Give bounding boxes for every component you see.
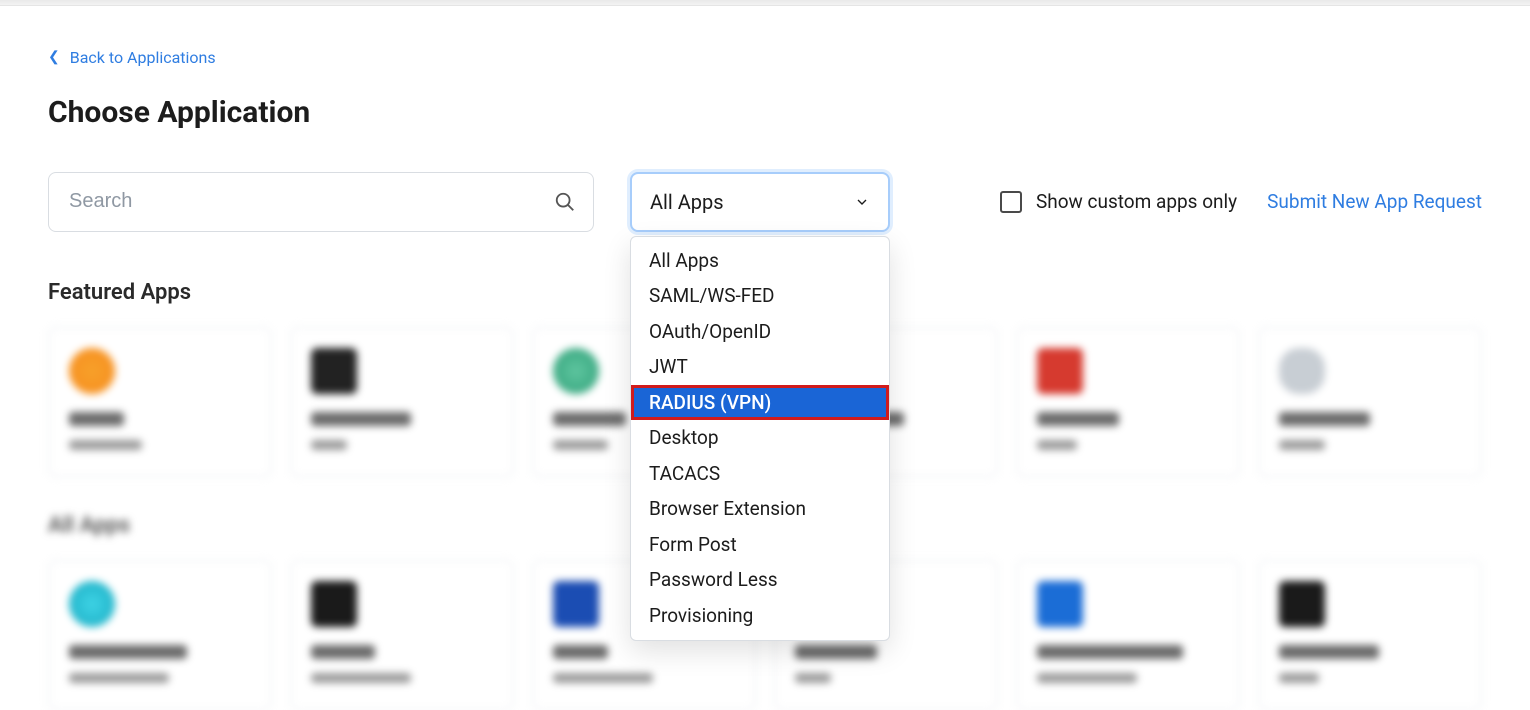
page-title: Choose Application [48,95,1482,130]
dropdown-option[interactable]: All Apps [631,243,889,279]
app-card [48,327,272,477]
dropdown-option[interactable]: Desktop [631,420,889,456]
back-to-applications-link[interactable]: ❮ Back to Applications [48,48,216,67]
page-content: ❮ Back to Applications Choose Applicatio… [0,6,1530,710]
chevron-left-icon: ❮ [48,50,60,64]
chevron-down-icon [854,194,870,210]
app-card [1258,560,1482,710]
dropdown-selected-label: All Apps [650,190,724,214]
app-card [1258,327,1482,477]
dropdown-menu: All AppsSAML/WS-FEDOAuth/OpenIDJWTRADIUS… [630,236,890,641]
dropdown-option[interactable]: OAuth/OpenID [631,314,889,350]
dropdown-option[interactable]: Form Post [631,527,889,563]
search-input[interactable] [48,172,594,232]
search-icon [554,191,576,213]
controls-row: All Apps All AppsSAML/WS-FEDOAuth/OpenID… [48,172,1482,232]
app-card [290,327,514,477]
dropdown-toggle[interactable]: All Apps [630,172,890,232]
dropdown-option[interactable]: Password Less [631,562,889,598]
checkbox-label: Show custom apps only [1036,190,1237,213]
app-card [1016,560,1240,710]
search-field-wrap [48,172,594,232]
show-custom-apps-checkbox[interactable]: Show custom apps only [1000,190,1237,213]
dropdown-option[interactable]: Provisioning [631,598,889,634]
dropdown-option[interactable]: TACACS [631,456,889,492]
app-type-dropdown: All Apps All AppsSAML/WS-FEDOAuth/OpenID… [630,172,890,232]
dropdown-option[interactable]: RADIUS (VPN) [631,385,889,421]
dropdown-option[interactable]: SAML/WS-FED [631,278,889,314]
app-card [48,560,272,710]
app-card [1016,327,1240,477]
right-controls: Show custom apps only Submit New App Req… [1000,190,1482,213]
checkbox-icon [1000,191,1022,213]
dropdown-option[interactable]: JWT [631,349,889,385]
submit-new-app-link[interactable]: Submit New App Request [1267,190,1482,213]
app-card [290,560,514,710]
back-link-label: Back to Applications [70,48,216,67]
dropdown-option[interactable]: Browser Extension [631,491,889,527]
